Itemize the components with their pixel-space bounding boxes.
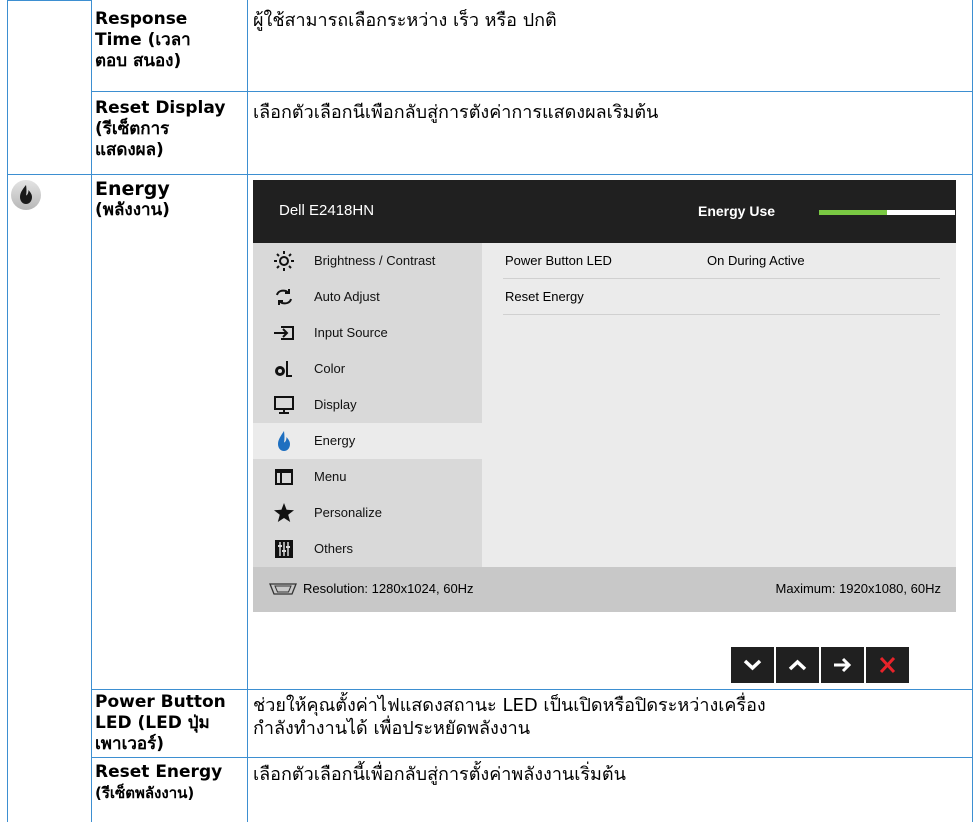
menu-item-label: Brightness / Contrast [314, 253, 436, 268]
star-icon [273, 502, 295, 524]
label-line: Reset Energy [95, 762, 223, 782]
label-line: ตอบ สนอง) [95, 51, 182, 71]
text-line: กำลังทำงานได้ เพื่อประหยัดพลังงาน [253, 718, 531, 739]
row-label-reset-display: Reset Display (รีเซ็ตการ แสดงผล) [95, 98, 225, 161]
setting-power-button-led[interactable]: Power Button LED On During Active [503, 243, 940, 279]
menu-item-brightness-contrast[interactable]: Brightness / Contrast [253, 243, 482, 279]
label-line: แสดงผล) [95, 140, 164, 160]
label-line: Time (เวลา [95, 30, 191, 50]
auto-adjust-icon [273, 286, 295, 308]
table-border [247, 0, 248, 822]
table-border [91, 91, 973, 92]
row-text-reset-energy: เลือกตัวเลือกนี้เพื่อกลับสู่การตั้งค่าพล… [253, 764, 626, 785]
row-label-response-time: Response Time (เวลา ตอบ สนอง) [95, 9, 191, 72]
osd-menu: Brightness / Contrast Auto Adjust Input … [253, 243, 482, 567]
down-button[interactable] [731, 647, 774, 683]
table-border [91, 0, 92, 822]
energy-use-meter [819, 210, 955, 215]
setting-reset-energy[interactable]: Reset Energy [503, 279, 940, 315]
menu-item-others[interactable]: Others [253, 531, 482, 567]
right-arrow-icon [834, 657, 852, 673]
table-border [91, 757, 973, 758]
menu-icon [273, 466, 295, 488]
up-button[interactable] [776, 647, 819, 683]
osd-content: Power Button LED On During Active Reset … [482, 243, 956, 567]
monitor-icon [273, 394, 295, 416]
table-border [7, 0, 8, 822]
maximum-resolution: Maximum: 1920x1080, 60Hz [775, 581, 941, 596]
connector-icon [267, 581, 299, 597]
row-label-power-button-led: Power Button LED (LED ปุ่ม เพาเวอร์) [95, 692, 226, 755]
monitor-model: Dell E2418HN [279, 202, 375, 219]
current-resolution: Resolution: 1280x1024, 60Hz [303, 581, 474, 596]
menu-item-label: Personalize [314, 505, 382, 520]
menu-item-auto-adjust[interactable]: Auto Adjust [253, 279, 482, 315]
osd-header: Dell E2418HN Energy Use [253, 180, 956, 243]
label-line: Energy [95, 178, 170, 200]
menu-item-label: Others [314, 541, 354, 556]
menu-item-label: Menu [314, 469, 347, 484]
menu-item-label: Energy [314, 433, 356, 448]
input-source-icon [273, 322, 295, 344]
select-button[interactable] [821, 647, 864, 683]
color-icon [273, 358, 295, 380]
table-border [7, 0, 92, 1]
down-icon [743, 659, 762, 671]
table-border [91, 689, 973, 690]
close-icon [879, 656, 896, 674]
osd-screen: Dell E2418HN Energy Use Brightness / Con… [253, 180, 956, 612]
energy-use-label: Energy Use [698, 203, 776, 219]
row-label-energy: Energy (พลังงาน) [95, 179, 170, 221]
menu-item-energy[interactable]: Energy [253, 423, 482, 459]
sun-icon [273, 250, 295, 272]
label-line: LED (LED ปุ่ม [95, 713, 210, 733]
row-text-response-time: ผู้ใช้สามารถเลือกระหว่าง เร็ว หรือ ปกติ [253, 10, 557, 31]
osd-footer: Resolution: 1280x1024, 60Hz Maximum: 192… [253, 567, 956, 612]
menu-item-label: Input Source [314, 325, 388, 340]
menu-item-input-source[interactable]: Input Source [253, 315, 482, 351]
table-border [7, 174, 973, 175]
sliders-icon [273, 538, 295, 560]
label-line: เพาเวอร์) [95, 734, 165, 754]
table-border [972, 0, 973, 822]
up-icon [788, 659, 807, 671]
exit-button[interactable] [866, 647, 909, 683]
row-text-power-button-led: ช่วยให้คุณตั้งค่าไฟแสดงสถานะ LED เป็นเปิ… [253, 694, 766, 740]
flame-icon [273, 430, 295, 452]
label-line: Response [95, 9, 188, 29]
menu-item-label: Color [314, 361, 346, 376]
menu-item-label: Auto Adjust [314, 289, 380, 304]
menu-item-display[interactable]: Display [253, 387, 482, 423]
label-line: Reset Display [95, 98, 226, 118]
menu-item-color[interactable]: Color [253, 351, 482, 387]
menu-item-label: Display [314, 397, 357, 412]
menu-item-personalize[interactable]: Personalize [253, 495, 482, 531]
label-line: (พลังงาน) [95, 200, 170, 220]
menu-item-menu[interactable]: Menu [253, 459, 482, 495]
flame-icon [11, 180, 41, 210]
setting-value: On During Active [707, 253, 805, 268]
row-label-reset-energy: Reset Energy (รีเซ็ตพลังงาน) [95, 762, 222, 804]
setting-name: Reset Energy [505, 289, 584, 304]
label-line: (รีเซ็ตการ [95, 119, 170, 139]
row-text-reset-display: เลือกตัวเลือกนีเพือกลับสู่การตังค่าการแส… [253, 102, 659, 123]
text-line: ช่วยให้คุณตั้งค่าไฟแสดงสถานะ LED เป็นเปิ… [253, 695, 766, 716]
energy-use-fill [819, 210, 887, 215]
label-line: Power Button [95, 692, 226, 712]
setting-name: Power Button LED [505, 253, 612, 268]
label-line: (รีเซ็ตพลังงาน) [95, 784, 195, 802]
